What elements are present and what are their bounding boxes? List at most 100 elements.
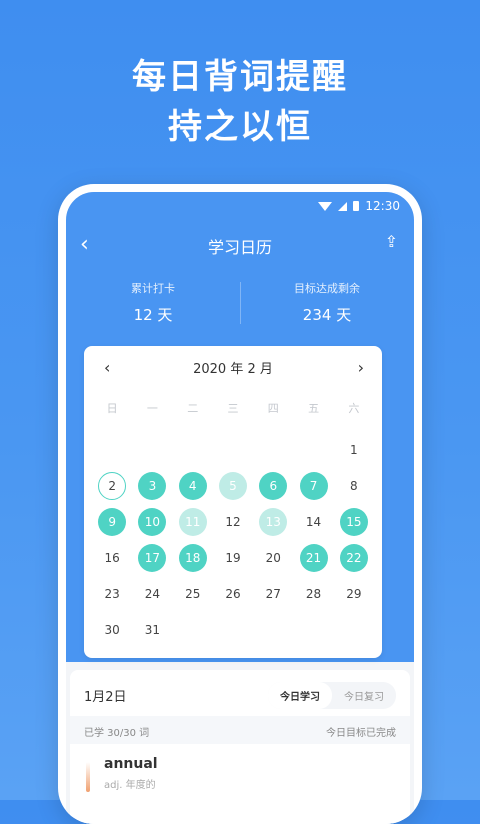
calendar-day[interactable]: 17 (138, 544, 167, 572)
hero-line-2: 持之以恒 (168, 107, 312, 147)
calendar-cell: 27 (253, 576, 293, 612)
calendar-day[interactable]: 24 (138, 580, 166, 608)
calendar-cell: 22 (334, 540, 374, 576)
calendar-days: 1 2 3 4 5 6 7 8 9 10 11 12 13 14 15 16 17 18 19 20 21 22 23 24 2… (92, 432, 374, 648)
calendar-day[interactable]: 6 (259, 472, 288, 500)
progress-row: 已学 30/30 词 今日目标已完成 (70, 716, 410, 744)
calendar-cell: 1 (334, 432, 374, 468)
calendar-blank (173, 432, 213, 468)
calendar-cell: 13 (253, 504, 293, 540)
calendar-day[interactable]: 22 (339, 544, 368, 572)
weekday-label: 六 (348, 402, 360, 415)
stat-value: 234 天 (302, 306, 352, 324)
calendar-day[interactable]: 12 (219, 508, 247, 536)
calendar-day[interactable]: 20 (259, 544, 287, 572)
calendar-day[interactable]: 1 (340, 436, 368, 464)
calendar-day[interactable]: 10 (138, 508, 167, 536)
calendar-cell: 16 (92, 540, 132, 576)
wifi-icon (318, 201, 333, 211)
calendar-blank (213, 432, 253, 468)
calendar-cell: 18 (173, 540, 213, 576)
calendar-cell: 23 (92, 576, 132, 612)
calendar-day[interactable]: 8 (340, 472, 368, 500)
weekday-label: 日 (106, 402, 118, 415)
calendar-day[interactable]: 26 (219, 580, 247, 608)
weekday-label: 一 (146, 402, 158, 415)
word-item[interactable]: annual adj. 年度的 (104, 756, 158, 791)
stat-label: 目标达成剩余 (294, 282, 360, 295)
calendar-cell: 31 (132, 612, 172, 648)
calendar-blank (92, 432, 132, 468)
learned-count: 已学 30/30 词 (84, 728, 150, 739)
status-time: 12:30 (365, 199, 400, 213)
calendar-cell: 9 (92, 504, 132, 540)
battery-icon (353, 201, 360, 211)
calendar-cell: 2 (92, 468, 132, 504)
daily-header: 1月2日 今日学习 今日复习 (84, 682, 396, 709)
app-screen: 12:30 ‹ 学习日历 ⇪ 累计打卡 12 天 目标达成剩余 234 天 ‹ … (66, 192, 414, 824)
calendar-cell: 17 (132, 540, 172, 576)
calendar-day[interactable]: 11 (178, 508, 207, 536)
goal-status: 今日目标已完成 (326, 728, 396, 739)
calendar-day[interactable]: 31 (138, 616, 166, 644)
calendar-blank (253, 432, 293, 468)
calendar-day[interactable]: 14 (300, 508, 328, 536)
calendar-day[interactable]: 21 (299, 544, 328, 572)
hero-text: 每日背词提醒 持之以恒 (0, 52, 480, 152)
calendar-day[interactable]: 30 (98, 616, 126, 644)
calendar-day[interactable]: 9 (98, 508, 127, 536)
page-title: 学习日历 (207, 238, 272, 257)
nav-bar: ‹ 学习日历 ⇪ (66, 230, 414, 260)
calendar-blank (132, 432, 172, 468)
calendar-day[interactable]: 23 (98, 580, 126, 608)
calendar-cell: 7 (293, 468, 333, 504)
calendar-cell: 30 (92, 612, 132, 648)
calendar-cell: 10 (132, 504, 172, 540)
weekday-label: 四 (267, 402, 279, 415)
stat-value: 12 天 (133, 306, 173, 324)
stat-label: 累计打卡 (131, 282, 175, 295)
calendar-month: 2020 年 2 月 (193, 362, 273, 377)
calendar-day[interactable]: 29 (340, 580, 368, 608)
next-month-icon[interactable]: › (358, 358, 364, 377)
calendar-cell: 12 (213, 504, 253, 540)
calendar-day[interactable]: 16 (98, 544, 126, 572)
stat-checkins: 累计打卡 12 天 (66, 280, 240, 325)
word-marker (86, 762, 90, 792)
calendar-day[interactable]: 15 (339, 508, 368, 536)
word-meaning: adj. 年度的 (104, 780, 156, 791)
calendar-day[interactable]: 4 (178, 472, 207, 500)
calendar-day[interactable]: 25 (179, 580, 207, 608)
calendar-cell: 20 (253, 540, 293, 576)
calendar-cell: 29 (334, 576, 374, 612)
calendar-cell: 15 (334, 504, 374, 540)
calendar-day[interactable]: 28 (300, 580, 328, 608)
calendar-cell: 24 (132, 576, 172, 612)
calendar-day[interactable]: 3 (138, 472, 167, 500)
calendar-day[interactable]: 7 (299, 472, 328, 500)
signal-icon (338, 201, 348, 211)
calendar-cell: 26 (213, 576, 253, 612)
calendar-day[interactable]: 27 (259, 580, 287, 608)
weekday-row: 日一二三四五六 (92, 400, 374, 416)
tab-today-study[interactable]: 今日学习 (268, 682, 332, 709)
calendar-day[interactable]: 18 (178, 544, 207, 572)
selected-date: 1月2日 (84, 690, 127, 705)
calendar-day[interactable]: 13 (259, 508, 288, 536)
calendar-header: ‹ 2020 年 2 月 › (84, 358, 382, 378)
calendar-day[interactable]: 5 (218, 472, 247, 500)
calendar-day[interactable]: 2 (98, 472, 127, 500)
share-icon[interactable]: ⇪ (385, 232, 398, 251)
hero-line-1: 每日背词提醒 (132, 57, 348, 97)
stats-divider (240, 282, 241, 324)
stat-remaining: 目标达成剩余 234 天 (240, 280, 414, 325)
calendar-day[interactable]: 19 (219, 544, 247, 572)
calendar-cell: 28 (293, 576, 333, 612)
calendar-cell: 21 (293, 540, 333, 576)
tab-today-review[interactable]: 今日复习 (332, 682, 396, 709)
weekday-label: 五 (308, 402, 320, 415)
calendar-cell: 14 (293, 504, 333, 540)
status-bar: 12:30 (318, 199, 400, 213)
calendar-cell: 5 (213, 468, 253, 504)
weekday-label: 三 (227, 402, 239, 415)
